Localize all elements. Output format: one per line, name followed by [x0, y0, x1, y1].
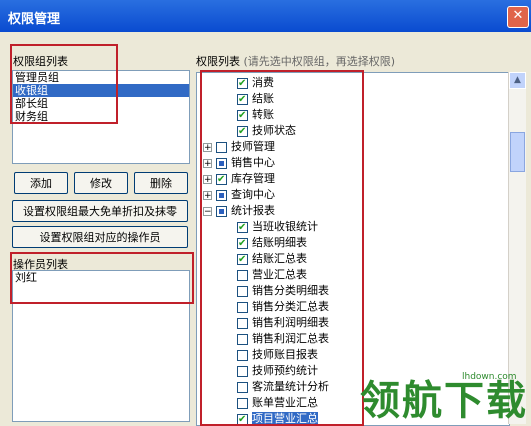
permission-row[interactable]: 结账明细表	[237, 235, 307, 252]
expand-icon[interactable]: +	[203, 158, 212, 168]
collapse-icon[interactable]: −	[203, 206, 212, 216]
close-icon[interactable]: ✕	[507, 6, 529, 28]
permission-list-label: 权限列表 (请先选中权限组，再选择权限)	[196, 53, 395, 69]
permission-checkbox[interactable]	[216, 157, 227, 169]
permission-list-title: 权限列表	[196, 55, 240, 68]
permission-checkbox[interactable]	[237, 365, 248, 377]
permission-checkbox[interactable]	[237, 381, 248, 393]
delete-button[interactable]: 删除	[134, 172, 188, 194]
expand-icon[interactable]: +	[203, 142, 212, 152]
permission-checkbox[interactable]	[216, 205, 227, 217]
add-button[interactable]: 添加	[14, 172, 68, 194]
group-list-item[interactable]: 财务组	[13, 110, 189, 123]
permission-row[interactable]: + 技师管理	[203, 139, 275, 155]
permission-label: 客流量统计分析	[252, 380, 329, 393]
permission-label: 技师账目报表	[252, 348, 318, 361]
permission-label: 转账	[252, 108, 274, 121]
watermark-url: lhdown.com	[462, 372, 517, 382]
permission-row[interactable]: 客流量统计分析	[237, 379, 329, 395]
permission-label: 销售分类明细表	[252, 284, 329, 297]
permission-row[interactable]: 销售利润汇总表	[237, 331, 329, 347]
permission-checkbox[interactable]	[237, 76, 248, 92]
permission-checkbox[interactable]	[237, 252, 248, 268]
permission-row[interactable]: + 销售中心	[203, 155, 275, 171]
permission-label: 账单营业汇总	[252, 396, 318, 409]
permission-row[interactable]: 账单营业汇总	[237, 395, 318, 411]
scroll-up-icon[interactable]: ▲	[509, 72, 526, 89]
permission-checkbox[interactable]	[237, 301, 248, 313]
permission-label: 销售利润明细表	[252, 316, 329, 329]
permission-label: 营业汇总表	[252, 268, 307, 281]
set-max-discount-button[interactable]: 设置权限组最大免单折扣及抹零	[12, 200, 188, 222]
permission-list-hint: (请先选中权限组，再选择权限)	[243, 55, 396, 68]
permission-label: 销售利润汇总表	[252, 332, 329, 345]
permission-checkbox[interactable]	[237, 349, 248, 361]
permission-label: 技师管理	[231, 140, 275, 153]
permission-row[interactable]: 技师预约统计	[237, 363, 318, 379]
permission-label: 结账汇总表	[252, 252, 307, 265]
group-list[interactable]: 管理员组 收银组 部长组 财务组	[12, 70, 190, 164]
permission-row[interactable]: 转账	[237, 107, 274, 124]
permission-checkbox[interactable]	[237, 220, 248, 236]
permission-label: 库存管理	[231, 172, 275, 185]
permission-checkbox[interactable]	[237, 108, 248, 124]
permission-checkbox[interactable]	[216, 189, 227, 201]
permission-label: 统计报表	[231, 204, 275, 217]
permission-label: 技师状态	[252, 124, 296, 137]
permission-row[interactable]: 销售利润明细表	[237, 315, 329, 331]
permission-label: 结账	[252, 92, 274, 105]
title-bar: 权限管理 ✕	[0, 0, 531, 32]
permission-row[interactable]: 消费	[237, 75, 274, 92]
permission-row[interactable]: + 查询中心	[203, 187, 275, 203]
permission-checkbox[interactable]	[216, 141, 227, 153]
permission-row[interactable]: + 库存管理	[203, 171, 275, 188]
set-operators-button[interactable]: 设置权限组对应的操作员	[12, 226, 188, 248]
group-list-item[interactable]: 收银组	[13, 84, 189, 97]
permission-row[interactable]: 当班收银统计	[237, 219, 318, 236]
group-list-item[interactable]: 部长组	[13, 97, 189, 110]
permission-row[interactable]: 销售分类明细表	[237, 283, 329, 299]
permission-row[interactable]: 技师状态	[237, 123, 296, 140]
permission-row[interactable]: 结账汇总表	[237, 251, 307, 268]
permission-checkbox[interactable]	[237, 412, 248, 425]
permission-row[interactable]: 营业汇总表	[237, 267, 307, 283]
permission-checkbox[interactable]	[237, 236, 248, 252]
group-list-label: 权限组列表	[13, 55, 68, 68]
scroll-thumb[interactable]	[510, 132, 525, 172]
permission-checkbox[interactable]	[237, 124, 248, 140]
operator-list-item[interactable]: 刘红	[13, 271, 189, 284]
permission-row[interactable]: 销售分类汇总表	[237, 299, 329, 315]
permission-label: 当班收银统计	[252, 220, 318, 233]
operator-list[interactable]: 刘红	[12, 270, 190, 422]
permission-label: 销售分类汇总表	[252, 300, 329, 313]
permission-row[interactable]: 技师账目报表	[237, 347, 318, 363]
permission-checkbox[interactable]	[237, 397, 248, 409]
permission-label: 销售中心	[231, 156, 275, 169]
permission-checkbox[interactable]	[237, 317, 248, 329]
permission-row[interactable]: − 统计报表	[203, 203, 275, 219]
permission-label: 项目营业汇总	[252, 412, 318, 425]
permission-row[interactable]: 结账	[237, 91, 274, 108]
permission-checkbox[interactable]	[237, 269, 248, 281]
expand-icon[interactable]: +	[203, 174, 212, 184]
permission-label: 查询中心	[231, 188, 275, 201]
permission-label: 结账明细表	[252, 236, 307, 249]
permission-checkbox[interactable]	[237, 285, 248, 297]
expand-icon[interactable]: +	[203, 190, 212, 200]
edit-button[interactable]: 修改	[74, 172, 128, 194]
permission-checkbox[interactable]	[237, 333, 248, 345]
window-title: 权限管理	[8, 12, 61, 27]
permission-label: 消费	[252, 76, 274, 89]
group-list-item[interactable]: 管理员组	[13, 71, 189, 84]
permission-label: 技师预约统计	[252, 364, 318, 377]
permission-checkbox[interactable]	[237, 92, 248, 108]
permission-checkbox[interactable]	[216, 172, 227, 188]
